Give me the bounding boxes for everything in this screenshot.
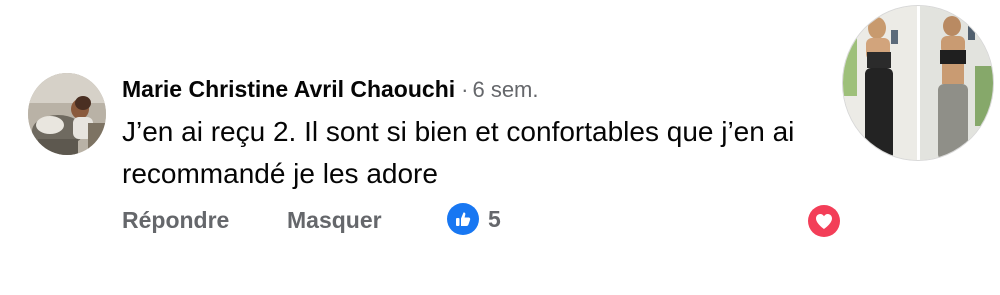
comment-body: Marie Christine Avril Chaouchi · 6 sem. … <box>122 76 842 195</box>
comment-header: Marie Christine Avril Chaouchi · 6 sem. <box>122 76 842 103</box>
thumbs-up-icon <box>447 203 479 235</box>
comment-text: J’en ai reçu 2. Il sont si bien et confo… <box>122 116 795 189</box>
reaction-summary[interactable]: 5 <box>447 203 501 235</box>
heart-icon[interactable] <box>808 205 840 237</box>
comment-actions: Répondre Masquer 5 <box>122 203 842 237</box>
avatar[interactable] <box>28 73 106 155</box>
timestamp[interactable]: 6 sem. <box>472 77 538 103</box>
reply-button[interactable]: Répondre <box>122 207 229 234</box>
attached-photo[interactable] <box>842 5 994 161</box>
reaction-count: 5 <box>488 205 501 232</box>
hide-button[interactable]: Masquer <box>287 207 382 234</box>
author-name[interactable]: Marie Christine Avril Chaouchi <box>122 76 455 103</box>
comment-screenshot: Marie Christine Avril Chaouchi · 6 sem. … <box>0 0 1000 295</box>
separator-dot: · <box>461 77 469 102</box>
